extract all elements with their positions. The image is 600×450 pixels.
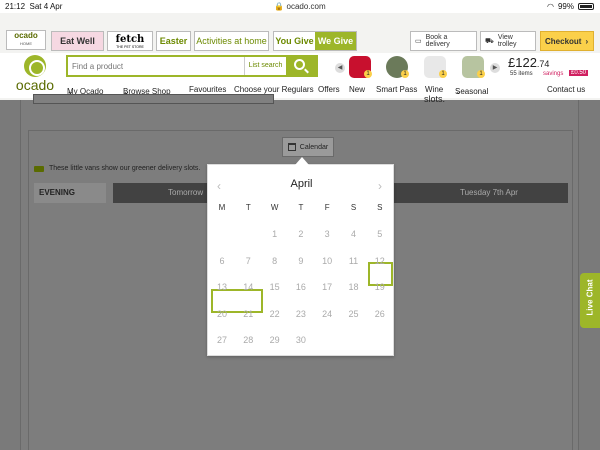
weekday-header: W xyxy=(270,203,279,212)
calendar-day[interactable]: 22 xyxy=(262,301,288,327)
van-icon: ▭ xyxy=(415,38,422,45)
trolley-total: £122.74 xyxy=(508,55,550,70)
calendar-day[interactable]: 9 xyxy=(288,248,314,274)
main-header-row: ocado List search ◀ 1 1 1 1 ▶ £122.74 55… xyxy=(0,53,600,98)
calendar-day[interactable]: 28 xyxy=(235,327,261,353)
calendar-day[interactable]: 30 xyxy=(288,327,314,353)
checkout-button[interactable]: Checkout › xyxy=(540,31,594,51)
savings-badge: £0.50 xyxy=(569,70,589,76)
trolley-icon: ⛟ xyxy=(485,37,494,45)
calendar-day[interactable]: 20 xyxy=(209,301,235,327)
calendar-day[interactable]: 8 xyxy=(262,248,288,274)
tab-fetch[interactable]: fetch THE PET STORE xyxy=(107,31,153,51)
calendar-day[interactable]: 1 xyxy=(262,221,288,247)
calendar-month: April xyxy=(290,178,313,190)
weekday-header: S xyxy=(377,203,383,212)
menu-wine[interactable]: Wine xyxy=(425,85,443,94)
calendar-popup: ‹ April › M T W T F S S 1 2 3 4 5 6 7 8 9 10 11 12 13 14 15 16… xyxy=(207,157,394,356)
view-trolley-button[interactable]: ⛟ View trolley xyxy=(480,31,536,51)
calendar-day[interactable]: 24 xyxy=(314,301,340,327)
calendar-day[interactable]: 29 xyxy=(262,327,288,353)
calendar-day[interactable]: 21 xyxy=(235,301,261,327)
site-header: ocado HOME Eat Well fetch THE PET STORE … xyxy=(0,13,600,100)
greener-vans-note: These little vans show our greener deliv… xyxy=(34,165,200,172)
weekday-header: S xyxy=(350,203,357,212)
battery-icon xyxy=(578,3,594,10)
calendar-day[interactable]: 2 xyxy=(288,221,314,247)
calendar-day[interactable]: 12 xyxy=(367,248,393,274)
calendar-day[interactable]: 7 xyxy=(235,248,261,274)
trolley-summary[interactable]: £122.74 55 items savings £0.50 xyxy=(508,54,593,84)
weekday-header: T xyxy=(245,203,251,212)
carousel-next-button[interactable]: ▶ xyxy=(490,63,500,73)
ocado-logo-mark xyxy=(24,55,46,77)
url-display[interactable]: 🔒 ocado.com xyxy=(0,2,600,11)
calendar-day[interactable]: 11 xyxy=(341,248,367,274)
calendar-day[interactable]: 26 xyxy=(367,301,393,327)
weekday-header: F xyxy=(324,203,330,212)
menu-offers[interactable]: Offers xyxy=(318,85,340,94)
tab-you-give-we-give[interactable]: You Give We Give xyxy=(273,31,357,51)
calendar-day[interactable]: 3 xyxy=(314,221,340,247)
live-chat-button[interactable]: Live Chat xyxy=(580,273,600,328)
menu-smart-pass[interactable]: Smart Pass xyxy=(376,85,417,94)
calendar-day[interactable]: 16 xyxy=(288,274,314,300)
menu-new[interactable]: New xyxy=(349,85,365,94)
status-icons: ◠ 99% xyxy=(547,2,594,11)
calendar-day[interactable]: 23 xyxy=(288,301,314,327)
menu-regulars[interactable]: Choose your Regulars xyxy=(234,85,314,94)
next-month-button[interactable]: › xyxy=(378,179,382,193)
calendar-button[interactable]: Calendar xyxy=(282,137,334,157)
search-button[interactable] xyxy=(286,57,316,75)
search-bar: List search xyxy=(66,55,318,77)
calendar-day[interactable]: 15 xyxy=(262,274,288,300)
calendar-day[interactable]: 27 xyxy=(209,327,235,353)
wifi-icon: ◠ xyxy=(547,2,554,11)
calendar-day[interactable]: 4 xyxy=(341,221,367,247)
savings-label: savings xyxy=(543,71,564,77)
menu-favourites[interactable]: Favourites xyxy=(189,85,226,94)
weekday-header: M xyxy=(218,203,226,212)
ocado-home-tab[interactable]: ocado HOME xyxy=(6,30,46,50)
van-icon xyxy=(34,165,44,172)
book-delivery-button[interactable]: ▭ Book a delivery xyxy=(410,31,477,51)
search-icon xyxy=(294,59,305,70)
quantity-badge: 1 xyxy=(364,70,372,78)
calendar-day[interactable]: 5 xyxy=(367,221,393,247)
quantity-badge: 1 xyxy=(439,70,447,78)
address-box xyxy=(33,94,274,104)
tab-eat-well[interactable]: Eat Well xyxy=(51,31,104,51)
quantity-badge: 1 xyxy=(401,70,409,78)
calendar-day[interactable]: 18 xyxy=(341,274,367,300)
carousel-prev-button[interactable]: ◀ xyxy=(335,63,345,73)
day-tomorrow[interactable]: Tomorrow xyxy=(168,188,203,197)
battery-percent: 99% xyxy=(557,2,574,11)
evening-label: EVENING xyxy=(34,183,106,203)
list-search-link[interactable]: List search xyxy=(244,57,286,75)
weekday-header: T xyxy=(298,203,304,212)
calendar-icon xyxy=(287,143,296,151)
tab-activities[interactable]: Activities at home xyxy=(194,31,269,51)
calendar-day[interactable]: 10 xyxy=(314,248,340,274)
day-tuesday[interactable]: Tuesday 7th Apr xyxy=(460,188,518,197)
calendar-day[interactable]: 14 xyxy=(235,274,261,300)
calendar-day[interactable]: 19 xyxy=(367,274,393,300)
calendar-day[interactable]: 17 xyxy=(314,274,340,300)
chevron-down-icon: ⌄ xyxy=(455,87,462,96)
calendar-day[interactable]: 25 xyxy=(341,301,367,327)
chevron-right-icon: › xyxy=(585,36,589,46)
calendar-day[interactable]: 13 xyxy=(209,274,235,300)
quantity-badge: 1 xyxy=(477,70,485,78)
search-input[interactable] xyxy=(72,59,242,73)
calendar-day[interactable]: 6 xyxy=(209,248,235,274)
tab-easter[interactable]: Easter xyxy=(156,31,191,51)
status-bar: 21:12 Sat 4 Apr 🔒 ocado.com ◠ 99% xyxy=(0,0,600,13)
menu-contact-us[interactable]: Contact us xyxy=(547,85,585,94)
trolley-item-count: 55 items xyxy=(510,71,533,77)
slots-text: slots. xyxy=(424,94,446,104)
